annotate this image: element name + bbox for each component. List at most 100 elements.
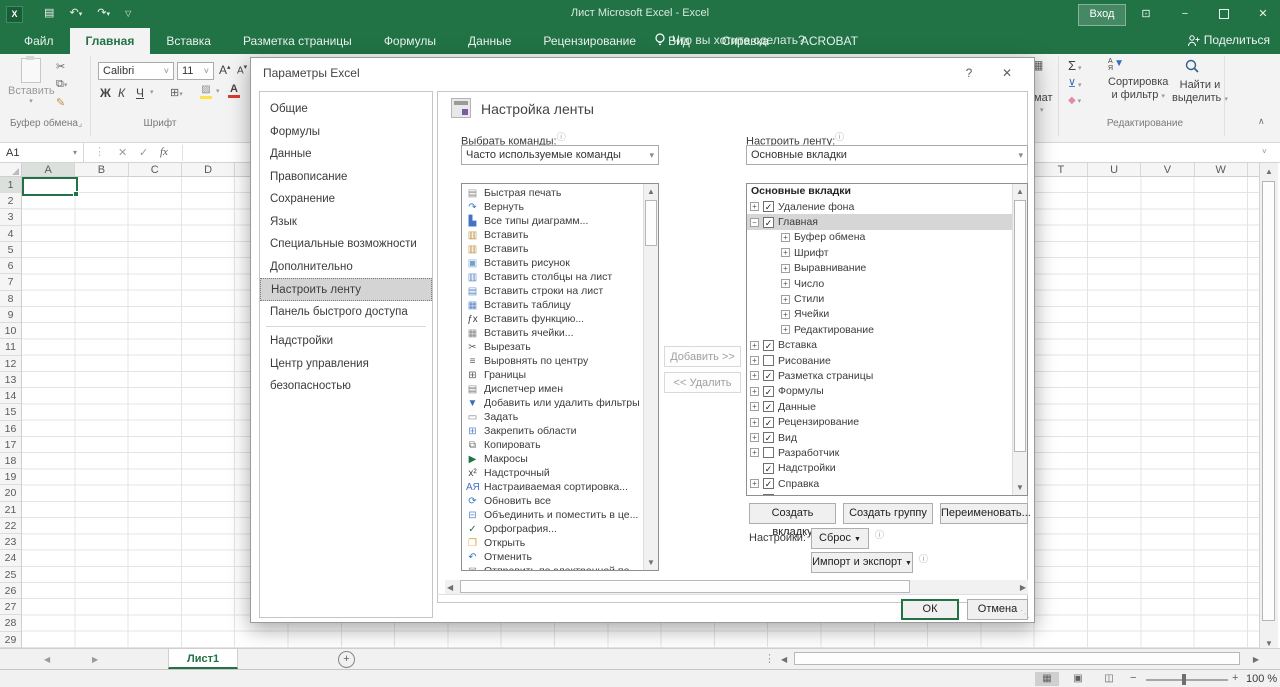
- row-header-5[interactable]: 5: [0, 242, 21, 258]
- panel-horizontal-scrollbar[interactable]: ◀ ▶: [445, 580, 1028, 594]
- tree-item[interactable]: +Число: [747, 276, 1027, 291]
- tree-item[interactable]: +✓Рецензирование: [747, 414, 1027, 429]
- row-header-20[interactable]: 20: [0, 485, 21, 501]
- row-header-26[interactable]: 26: [0, 583, 21, 599]
- dialog-close-icon[interactable]: ✕: [995, 64, 1019, 82]
- checkbox[interactable]: ✓: [763, 401, 774, 412]
- row-header-7[interactable]: 7: [0, 274, 21, 290]
- column-header-A[interactable]: A: [22, 163, 75, 176]
- zoom-level[interactable]: 100 %: [1246, 673, 1277, 685]
- row-header-10[interactable]: 10: [0, 323, 21, 339]
- scroll-left-icon[interactable]: ◀: [447, 583, 453, 592]
- command-item[interactable]: x²Надстрочный: [462, 466, 658, 480]
- command-item[interactable]: ƒxВставить функцию...: [462, 312, 658, 326]
- share-button[interactable]: Поделиться: [1187, 33, 1270, 47]
- name-box[interactable]: A1 ▾: [0, 143, 84, 162]
- row-header-24[interactable]: 24: [0, 550, 21, 566]
- new-sheet-icon[interactable]: +: [338, 651, 355, 668]
- row-header-18[interactable]: 18: [0, 453, 21, 469]
- row-header-23[interactable]: 23: [0, 534, 21, 550]
- row-header-1[interactable]: 1: [0, 177, 21, 193]
- expand-icon[interactable]: +: [781, 310, 790, 319]
- sort-filter-button[interactable]: АЯ ▼ Сортировка и фильтр ▾: [1108, 58, 1168, 103]
- ribbon-tab-Разметка страницы[interactable]: Разметка страницы: [227, 28, 368, 54]
- select-all-corner[interactable]: [0, 163, 22, 177]
- expand-icon[interactable]: +: [781, 325, 790, 334]
- column-header-C[interactable]: C: [129, 163, 182, 176]
- row-header-27[interactable]: 27: [0, 599, 21, 615]
- row-header-12[interactable]: 12: [0, 356, 21, 372]
- expand-icon[interactable]: +: [750, 202, 759, 211]
- row-header-9[interactable]: 9: [0, 307, 21, 323]
- clear-icon[interactable]: ◆ ▾: [1068, 95, 1081, 106]
- checkbox[interactable]: ✓: [763, 417, 774, 428]
- row-header-8[interactable]: 8: [0, 291, 21, 307]
- expand-icon[interactable]: +: [750, 433, 759, 442]
- expand-icon[interactable]: +: [750, 479, 759, 488]
- remove-button[interactable]: << Удалить: [664, 372, 741, 393]
- tree-item[interactable]: +✓Вид: [747, 430, 1027, 445]
- fill-icon[interactable]: ⊻ ▾: [1068, 77, 1082, 90]
- row-header-16[interactable]: 16: [0, 421, 21, 437]
- tree-item[interactable]: +✓Формулы: [747, 384, 1027, 399]
- new-tab-button[interactable]: Создать вкладку: [749, 503, 836, 524]
- scroll-right-icon[interactable]: ▶: [1020, 583, 1026, 592]
- sidebar-item[interactable]: Настроить ленту: [260, 278, 432, 301]
- row-header-2[interactable]: 2: [0, 193, 21, 209]
- cancel-entry-icon[interactable]: ✕: [118, 146, 127, 159]
- checkbox[interactable]: [763, 355, 774, 366]
- collapse-icon[interactable]: −: [750, 218, 759, 227]
- scroll-down-icon[interactable]: ▼: [644, 558, 658, 567]
- command-item[interactable]: ▼Добавить или удалить фильтры: [462, 396, 658, 410]
- fill-color-icon[interactable]: ▨: [200, 85, 212, 99]
- row-header-3[interactable]: 3: [0, 209, 21, 225]
- collapse-ribbon-icon[interactable]: ∧: [1258, 116, 1265, 127]
- resize-grip[interactable]: ⋱: [1020, 609, 1030, 620]
- tree-item[interactable]: +✓Справка: [747, 476, 1027, 491]
- command-item[interactable]: ▶Макросы: [462, 452, 658, 466]
- tab-splitter[interactable]: ⋮: [764, 652, 775, 665]
- horizontal-scrollbar[interactable]: ◀ ▶: [778, 652, 1262, 666]
- command-item[interactable]: ▦Вставить ячейки...: [462, 326, 658, 340]
- close-button[interactable]: ✕: [1250, 5, 1276, 23]
- sidebar-item[interactable]: Панель быстрого доступа: [260, 301, 432, 324]
- sidebar-item[interactable]: Специальные возможности: [260, 233, 432, 256]
- bold-button[interactable]: Ж: [100, 86, 111, 100]
- selected-cell-A1[interactable]: [22, 177, 78, 196]
- help-icon[interactable]: ?: [957, 64, 981, 82]
- tree-item[interactable]: +Редактирование: [747, 322, 1027, 337]
- scroll-up-icon[interactable]: ▲: [1260, 167, 1278, 176]
- column-header-V[interactable]: V: [1141, 163, 1194, 176]
- expand-icon[interactable]: +: [781, 248, 790, 257]
- sidebar-item[interactable]: Правописание: [260, 166, 432, 189]
- checkbox[interactable]: ✓: [763, 340, 774, 351]
- tree-scrollbar[interactable]: ▲ ▼: [1012, 184, 1027, 495]
- sign-in-button[interactable]: Вход: [1078, 4, 1126, 26]
- tree-item[interactable]: +✓Данные: [747, 399, 1027, 414]
- choose-commands-dropdown[interactable]: Часто используемые команды ▾: [461, 145, 659, 165]
- expand-icon[interactable]: +: [781, 279, 790, 288]
- clipboard-dialog-launcher-icon[interactable]: ⌟: [78, 118, 82, 129]
- command-item[interactable]: ▤Вставить строки на лист: [462, 284, 658, 298]
- tree-item[interactable]: [747, 491, 1027, 496]
- row-header-19[interactable]: 19: [0, 469, 21, 485]
- scroll-thumb[interactable]: [645, 200, 657, 246]
- column-header-D[interactable]: D: [182, 163, 235, 176]
- row-header-29[interactable]: 29: [0, 632, 21, 648]
- ribbon-tab-Рецензирование[interactable]: Рецензирование: [527, 28, 652, 54]
- row-header-14[interactable]: 14: [0, 388, 21, 404]
- row-header-13[interactable]: 13: [0, 372, 21, 388]
- insert-function-icon[interactable]: fx: [160, 146, 168, 158]
- underline-button[interactable]: Ч: [136, 86, 144, 100]
- next-sheet-icon[interactable]: ▶: [92, 655, 98, 664]
- prev-sheet-icon[interactable]: ◀: [44, 655, 50, 664]
- sidebar-item[interactable]: Надстройки: [260, 330, 432, 353]
- row-header-17[interactable]: 17: [0, 437, 21, 453]
- scroll-up-icon[interactable]: ▲: [644, 187, 658, 196]
- vertical-scroll-thumb[interactable]: [1262, 181, 1275, 621]
- row-header-22[interactable]: 22: [0, 518, 21, 534]
- tree-item[interactable]: +Выравнивание: [747, 261, 1027, 276]
- chevron-down-icon[interactable]: ▾: [150, 88, 154, 96]
- row-header-25[interactable]: 25: [0, 567, 21, 583]
- row-header-21[interactable]: 21: [0, 502, 21, 518]
